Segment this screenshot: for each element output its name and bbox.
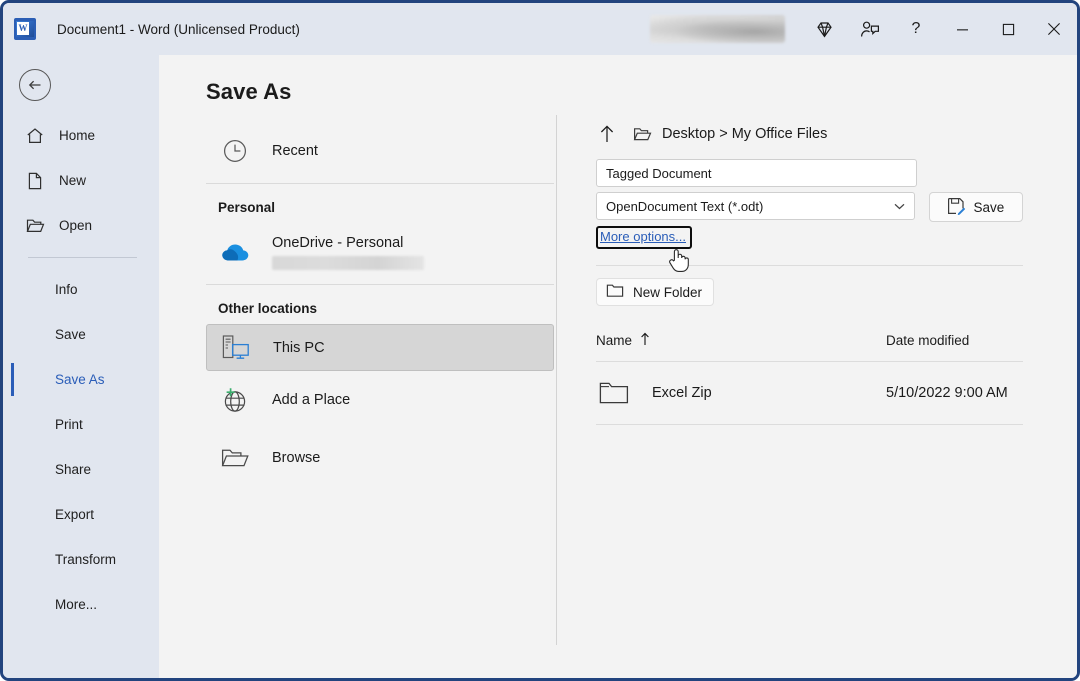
file-format-value: OpenDocument Text (*.odt) — [606, 199, 763, 214]
file-row-divider — [596, 424, 1023, 425]
file-format-select[interactable]: OpenDocument Text (*.odt) — [596, 192, 915, 220]
save-button-label: Save — [973, 200, 1004, 215]
backstage-nav: Home New Open — [3, 55, 159, 678]
person-chat-icon[interactable] — [847, 3, 893, 55]
sidebar-item-label: Info — [55, 282, 78, 297]
word-backstage-window: W Document1 - Word (Unlicensed Product) — [0, 0, 1080, 681]
chevron-down-icon — [894, 199, 905, 214]
back-arrow-icon[interactable] — [19, 69, 51, 101]
this-pc-icon — [219, 331, 253, 365]
account-name-blurred — [650, 15, 785, 43]
folder-icon — [632, 124, 652, 144]
more-options-link[interactable]: More options... — [596, 226, 691, 247]
onedrive-account-blurred — [272, 256, 424, 270]
sidebar-item-label: Save — [55, 327, 86, 342]
sidebar-item-label: More... — [55, 597, 97, 612]
window-title: Document1 - Word (Unlicensed Product) — [57, 22, 300, 37]
sidebar-item-new[interactable]: New — [3, 158, 159, 203]
new-folder-label: New Folder — [633, 285, 702, 300]
folder-icon — [596, 380, 632, 406]
file-date-modified: 5/10/2022 9:00 AM — [886, 385, 1008, 401]
sidebar-item-label: Transform — [55, 552, 116, 567]
breadcrumb-path: Desktop > My Office Files — [662, 126, 827, 142]
sidebar-item-print[interactable]: Print — [3, 402, 159, 447]
sidebar-item-open[interactable]: Open — [3, 203, 159, 248]
sidebar-item-label: Print — [55, 417, 83, 432]
file-name-cell: Excel Zip — [596, 380, 886, 406]
close-button[interactable] — [1031, 3, 1077, 55]
format-and-save-row: OpenDocument Text (*.odt) — [596, 192, 1023, 222]
place-recent[interactable]: Recent — [206, 122, 554, 180]
places-list: Recent Personal OneDrive - Personal — [206, 122, 554, 487]
add-place-globe-icon — [218, 383, 252, 417]
column-header-name-label: Name — [596, 333, 632, 348]
sidebar-item-save[interactable]: Save — [3, 312, 159, 357]
more-options-container: More options... — [596, 226, 691, 247]
sidebar-item-label: Home — [59, 128, 95, 143]
place-add-a-place[interactable]: Add a Place — [206, 371, 554, 429]
filename-input[interactable] — [596, 159, 917, 187]
places-group-other: Other locations — [206, 285, 554, 324]
places-group-personal: Personal — [206, 184, 554, 223]
help-button[interactable]: ? — [893, 3, 939, 55]
sort-ascending-icon — [640, 332, 650, 349]
column-header-name[interactable]: Name — [596, 332, 886, 349]
place-label: Add a Place — [272, 392, 350, 408]
onedrive-cloud-icon — [218, 235, 252, 269]
sidebar-item-more[interactable]: More... — [3, 582, 159, 627]
save-button[interactable]: Save — [929, 192, 1023, 222]
file-list-table: Name Date modified — [596, 326, 1023, 425]
backstage-body: Home New Open — [3, 55, 1077, 678]
place-label: Recent — [272, 143, 318, 159]
sidebar-item-label: Save As — [55, 372, 105, 387]
page-title: Save As — [206, 79, 292, 105]
title-bar: W Document1 - Word (Unlicensed Product) — [3, 3, 1077, 55]
file-list-header: Name Date modified — [596, 326, 1023, 354]
title-bar-controls: ? — [650, 3, 1077, 55]
sidebar-item-transform[interactable]: Transform — [3, 537, 159, 582]
new-folder-button[interactable]: New Folder — [596, 278, 714, 306]
file-name: Excel Zip — [652, 385, 712, 401]
save-disk-icon — [947, 197, 965, 218]
new-document-icon — [25, 171, 45, 191]
place-this-pc[interactable]: This PC — [206, 324, 554, 371]
sidebar-item-save-as[interactable]: Save As — [3, 357, 159, 402]
open-folder-icon — [25, 216, 45, 236]
sidebar-item-label: Export — [55, 507, 94, 522]
place-label: This PC — [273, 340, 325, 356]
sidebar-item-label: Share — [55, 462, 91, 477]
sidebar-item-share[interactable]: Share — [3, 447, 159, 492]
backstage-content: Save As Recent Personal — [159, 55, 1077, 678]
pane-divider — [596, 265, 1023, 266]
nav-divider — [28, 257, 137, 258]
diamond-icon[interactable] — [801, 3, 847, 55]
place-onedrive-text: OneDrive - Personal — [272, 234, 424, 270]
sidebar-item-label: New — [59, 173, 86, 188]
sidebar-item-export[interactable]: Export — [3, 492, 159, 537]
place-label: OneDrive - Personal — [272, 235, 403, 251]
place-label: Browse — [272, 450, 320, 466]
column-header-date-modified[interactable]: Date modified — [886, 333, 969, 348]
breadcrumb: Desktop > My Office Files — [596, 117, 1023, 151]
sidebar-item-label: Open — [59, 218, 92, 233]
place-browse[interactable]: Browse — [206, 429, 554, 487]
minimize-button[interactable] — [939, 3, 985, 55]
sidebar-item-info[interactable]: Info — [3, 267, 159, 312]
mouse-cursor-pointer — [668, 246, 690, 276]
word-logo-icon: W — [14, 18, 36, 40]
new-folder-icon — [606, 283, 624, 301]
save-location-pane: Desktop > My Office Files OpenDocument T… — [596, 117, 1023, 425]
sidebar-item-home[interactable]: Home — [3, 113, 159, 158]
clock-icon — [218, 134, 252, 168]
browse-folder-icon — [218, 441, 252, 475]
vertical-divider — [556, 115, 557, 645]
up-arrow-icon[interactable] — [596, 123, 618, 145]
maximize-button[interactable] — [985, 3, 1031, 55]
place-onedrive-personal[interactable]: OneDrive - Personal — [206, 223, 554, 281]
home-icon — [25, 126, 45, 146]
table-row[interactable]: Excel Zip 5/10/2022 9:00 AM — [596, 362, 1023, 424]
